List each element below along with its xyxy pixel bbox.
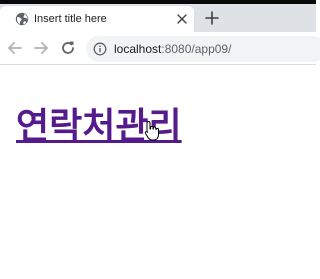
- close-icon[interactable]: [177, 14, 187, 24]
- browser-toolbar: localhost:8080/app09/: [0, 32, 320, 65]
- info-icon[interactable]: [93, 42, 107, 56]
- plus-icon[interactable]: [205, 11, 219, 25]
- hand-pointer-icon: [144, 121, 159, 141]
- browser-tab[interactable]: Insert title here: [0, 6, 194, 32]
- tab-strip: Insert title here: [0, 4, 316, 32]
- arrow-left-icon[interactable]: [6, 39, 24, 57]
- reload-icon[interactable]: [59, 39, 77, 57]
- page-content: 연락처관리: [0, 66, 316, 279]
- url-text[interactable]: localhost:8080/app09/: [114, 41, 231, 57]
- url-host: localhost: [114, 42, 162, 56]
- globe-icon: [15, 12, 29, 26]
- tab-title: Insert title here: [34, 13, 107, 25]
- address-bar[interactable]: localhost:8080/app09/: [86, 36, 320, 62]
- arrow-right-icon[interactable]: [32, 39, 50, 57]
- url-path: :8080/app09/: [161, 42, 232, 56]
